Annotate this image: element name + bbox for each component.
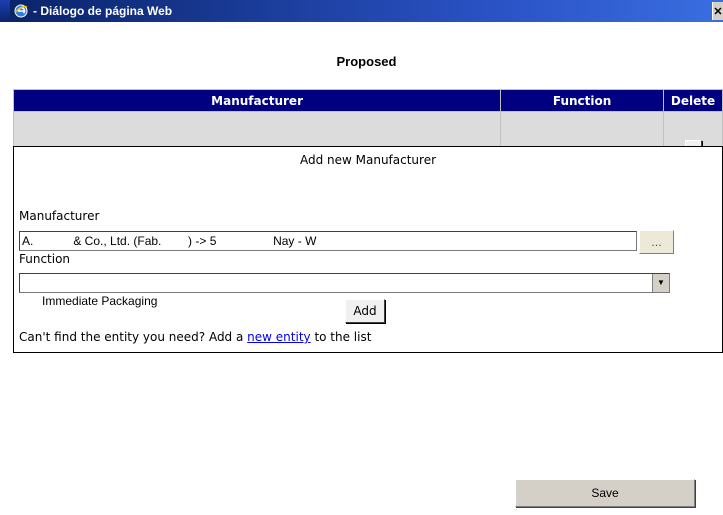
add-button[interactable]: Add (345, 299, 385, 323)
new-entity-link[interactable]: new entity (247, 330, 310, 344)
table-header-row: Manufacturer Function Delete (12, 89, 723, 112)
ie-icon (13, 3, 29, 19)
panel-title: Add new Manufacturer (299, 153, 437, 167)
column-header-manufacturer: Manufacturer (12, 89, 502, 112)
dialog-titlebar[interactable]: - Diálogo de página Web ✕ (10, 0, 723, 22)
hint-text: Can't find the entity you need? Add a ne… (19, 330, 371, 344)
save-button[interactable]: Save (515, 479, 695, 507)
chevron-down-icon[interactable]: ▼ (652, 274, 669, 292)
manufacturer-label: Manufacturer (19, 209, 100, 223)
dialog-title: - Diálogo de página Web (33, 4, 173, 18)
column-header-function: Function (500, 89, 665, 112)
function-select[interactable]: Immediate Packaging ▼ (19, 273, 670, 308)
close-button[interactable]: ✕ (712, 2, 723, 20)
hint-suffix: to the list (310, 330, 372, 344)
browse-button[interactable]: ... (639, 230, 674, 254)
function-label: Function (19, 252, 71, 266)
function-select-value: Immediate Packaging (42, 294, 158, 308)
add-manufacturer-panel: Add new Manufacturer Manufacturer A. & C… (13, 146, 723, 353)
dialog-client-area: Proposed Manufacturer Function Delete A.… (10, 22, 723, 515)
manufacturer-input[interactable]: A. & Co., Ltd. (Fab. ) -> 5 Nay - W (19, 231, 637, 251)
hint-prefix: Can't find the entity you need? Add a (19, 330, 248, 344)
column-header-delete: Delete (663, 89, 723, 112)
page-heading: Proposed (336, 54, 397, 69)
